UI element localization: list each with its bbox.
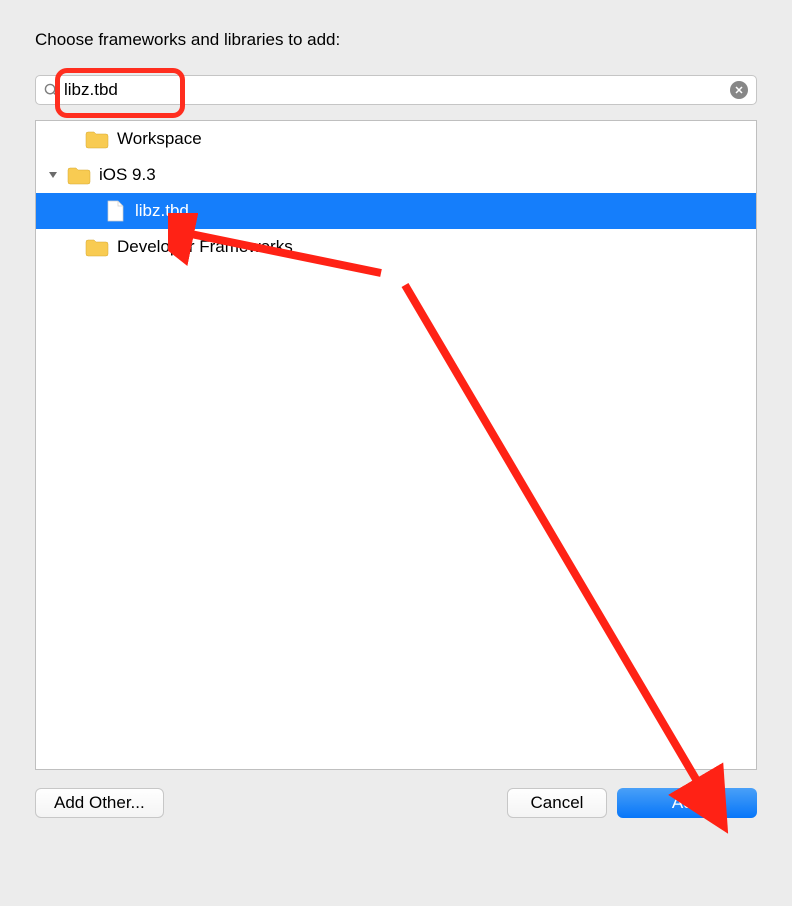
file-icon — [103, 201, 127, 221]
search-field[interactable] — [35, 75, 757, 105]
button-row: Add Other... Cancel Add — [35, 788, 757, 818]
cancel-button[interactable]: Cancel — [507, 788, 607, 818]
list-item[interactable]: Workspace — [36, 121, 756, 157]
framework-tree[interactable]: Workspace iOS 9.3 libz.tb — [35, 120, 757, 770]
disclosure-triangle[interactable] — [46, 170, 60, 180]
dialog: Choose frameworks and libraries to add: — [0, 0, 792, 843]
add-other-button[interactable]: Add Other... — [35, 788, 164, 818]
list-item[interactable]: Developer Frameworks — [36, 229, 756, 265]
list-item[interactable]: libz.tbd — [36, 193, 756, 229]
add-button[interactable]: Add — [617, 788, 757, 818]
tree-item-label: Workspace — [117, 129, 202, 149]
tree-item-label: iOS 9.3 — [99, 165, 156, 185]
folder-icon — [67, 165, 91, 185]
tree-item-label: Developer Frameworks — [117, 237, 293, 257]
folder-icon — [85, 129, 109, 149]
clear-search-button[interactable] — [730, 81, 748, 99]
tree-item-label: libz.tbd — [135, 201, 189, 221]
dialog-title: Choose frameworks and libraries to add: — [35, 30, 757, 50]
folder-icon — [85, 237, 109, 257]
search-input[interactable] — [64, 80, 730, 100]
search-icon — [44, 83, 59, 98]
list-item[interactable]: iOS 9.3 — [36, 157, 756, 193]
